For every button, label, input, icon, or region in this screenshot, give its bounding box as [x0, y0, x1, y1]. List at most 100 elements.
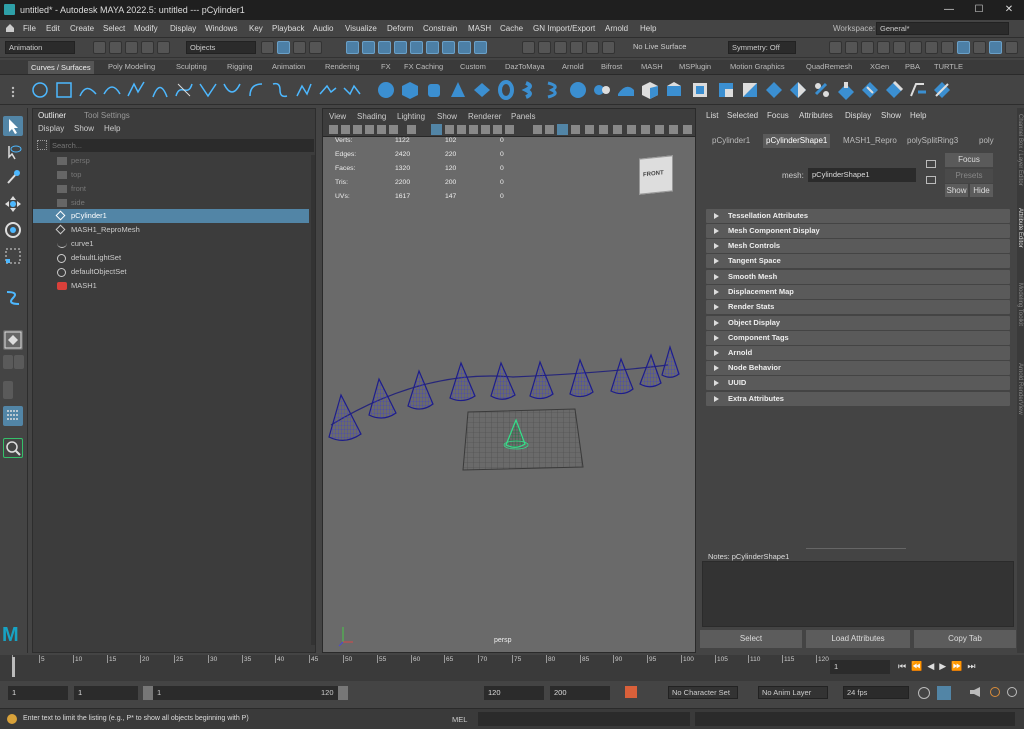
minimize-button[interactable]: — [934, 0, 964, 20]
shelf-tab-motion-graphics[interactable]: Motion Graphics [730, 62, 785, 71]
range-start-handle[interactable] [143, 686, 153, 700]
snap-to-curve-icon[interactable] [538, 41, 551, 54]
attr-menu-attributes[interactable]: Attributes [799, 111, 833, 120]
loft-icon[interactable] [544, 80, 564, 100]
mesh-name-field[interactable]: pCylinderShape1 [808, 168, 916, 182]
bezier-curve-tool-icon[interactable] [174, 80, 194, 100]
depth-of-field-icon[interactable] [655, 125, 664, 134]
go-to-output-icon[interactable] [926, 176, 936, 184]
redo-icon[interactable] [157, 41, 170, 54]
load-attributes-button[interactable]: Load Attributes [806, 630, 910, 648]
grease-pencil-icon[interactable] [389, 125, 398, 134]
select-button[interactable]: Select [700, 630, 802, 648]
symmetry-dropdown[interactable]: Symmetry: Off [728, 41, 796, 54]
render-current-icon[interactable] [845, 41, 858, 54]
preferences-icon[interactable] [990, 687, 1000, 697]
menu-set-dropdown[interactable]: Animation [5, 41, 75, 54]
current-time-indicator[interactable] [12, 657, 15, 677]
menu-help[interactable]: Help [640, 24, 656, 33]
shelf-tab-msplugin[interactable]: MSPlugin [679, 62, 711, 71]
persp-graph-layout-icon[interactable] [3, 381, 13, 399]
menu-deform[interactable]: Deform [387, 24, 413, 33]
shelf-tab-arnold[interactable]: Arnold [562, 62, 584, 71]
animation-end-field[interactable]: 200 [550, 686, 610, 700]
select-surfaces-icon[interactable] [394, 41, 407, 54]
shelf-tab-quadremesh[interactable]: QuadRemesh [806, 62, 852, 71]
shelf-tab-bifrost[interactable]: Bifrost [601, 62, 622, 71]
section-node-behavior[interactable]: Node Behavior [706, 361, 1010, 375]
auto-key-icon[interactable] [625, 686, 637, 698]
attr-menu-show[interactable]: Show [881, 111, 901, 120]
planar-icon[interactable] [568, 80, 588, 100]
xray-icon[interactable] [683, 125, 692, 134]
outliner-item-mash1-repromesh[interactable]: MASH1_ReproMesh [33, 223, 309, 237]
snap-to-surface-icon[interactable] [586, 41, 599, 54]
outliner-item-defaultobjectset[interactable]: defaultObjectSet [33, 265, 309, 279]
select-joints-icon[interactable] [362, 41, 375, 54]
gate-mask-icon[interactable] [457, 125, 466, 134]
select-camera-icon[interactable] [329, 125, 338, 134]
lock-selection-icon[interactable] [474, 41, 487, 54]
render-settings-icon[interactable] [877, 41, 890, 54]
menu-windows[interactable]: Windows [205, 24, 237, 33]
lasso-tool-icon[interactable] [3, 142, 23, 162]
anim-layer-dropdown[interactable]: No Anim Layer [758, 686, 828, 699]
object-mode-icon[interactable] [277, 41, 290, 54]
notes-splitter[interactable] [806, 548, 906, 549]
outliner-item-pcylinder1[interactable]: pCylinder1 [33, 209, 309, 223]
mel-label[interactable]: MEL [452, 715, 467, 724]
nurbs-torus-icon[interactable] [496, 80, 516, 100]
safe-action-icon[interactable] [481, 125, 490, 134]
shelf-tab-custom[interactable]: Custom [460, 62, 486, 71]
select-misc-icon[interactable] [458, 41, 471, 54]
maximize-button[interactable]: ☐ [964, 0, 994, 20]
outliner-scrollbar[interactable] [311, 155, 315, 645]
shelf-tab-daztomaya[interactable]: DazToMaya [505, 62, 545, 71]
default-material-icon[interactable] [557, 124, 568, 135]
attr-menu-list[interactable]: List [706, 111, 718, 120]
hide-button[interactable]: Hide [970, 184, 993, 197]
menu-select[interactable]: Select [103, 24, 125, 33]
outliner-menu-display[interactable]: Display [38, 124, 64, 133]
live-surface-field[interactable]: No Live Surface [630, 41, 702, 54]
viewport-menu-shading[interactable]: Shading [357, 112, 386, 121]
shadows-icon[interactable] [599, 125, 608, 134]
menu-cache[interactable]: Cache [500, 24, 523, 33]
outliner-item-curve1[interactable]: curve1 [33, 237, 309, 251]
section-tangent-space[interactable]: Tangent Space [706, 254, 1010, 268]
shelf-tab-pba[interactable]: PBA [905, 62, 920, 71]
filter-icon[interactable] [37, 140, 47, 150]
paint-select-tool-icon[interactable] [3, 168, 23, 188]
untrim-icon[interactable] [716, 80, 736, 100]
section-displacement-map[interactable]: Displacement Map [706, 285, 1010, 299]
range-slider-bar[interactable]: 1 120 [143, 686, 348, 700]
camera-attributes-icon[interactable] [341, 125, 350, 134]
go-to-input-icon[interactable] [926, 160, 936, 168]
outliner-search-input[interactable] [50, 139, 314, 152]
cache-playback-icon[interactable] [937, 686, 951, 700]
time-slider[interactable]: 5 10 15 20 25 30 35 40 45 50 55 60 65 70 75 80 85 90 95 100… [0, 655, 1024, 681]
shelf-tab-curves-surfaces[interactable]: Curves / Surfaces [28, 61, 94, 74]
curve-attach-icon[interactable] [318, 80, 338, 100]
new-scene-icon[interactable] [93, 41, 106, 54]
command-line-input[interactable] [478, 712, 690, 726]
sculpt-geometry-tool-icon[interactable] [884, 80, 904, 100]
menu-modify[interactable]: Modify [134, 24, 158, 33]
menu-file[interactable]: File [23, 24, 36, 33]
side-by-side-layout-icon[interactable] [14, 355, 24, 369]
presets-button[interactable]: Presets [945, 169, 993, 183]
outliner-item-mash1[interactable]: MASH1 [33, 279, 309, 293]
screen-space-ao-icon[interactable] [613, 125, 622, 134]
detach-surfaces-icon[interactable] [812, 80, 832, 100]
shelf-tab-fx[interactable]: FX [381, 62, 391, 71]
viewport-menu-view[interactable]: View [329, 112, 346, 121]
viewport-menu-lighting[interactable]: Lighting [397, 112, 425, 121]
shelf-tab-animation[interactable]: Animation [272, 62, 305, 71]
attach-surfaces-icon[interactable] [788, 80, 808, 100]
reverse-surface-direction-icon[interactable] [932, 80, 952, 100]
move-tool-icon[interactable] [3, 194, 23, 214]
loop-icon[interactable] [918, 687, 930, 699]
animation-start-field[interactable]: 1 [8, 686, 68, 700]
component-mode-icon[interactable] [293, 41, 306, 54]
search-icon[interactable] [3, 438, 23, 458]
